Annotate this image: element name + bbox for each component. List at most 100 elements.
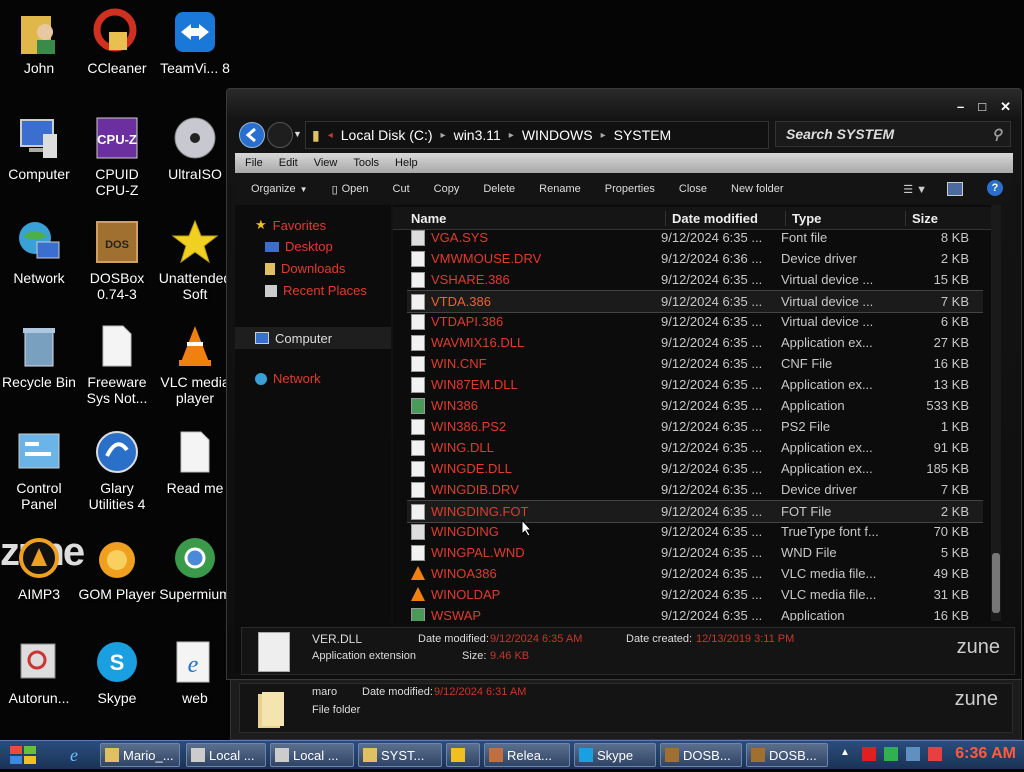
nav-desktop[interactable]: Desktop <box>265 239 333 254</box>
taskbar-button[interactable]: DOSB... <box>746 743 828 767</box>
desktop-icon-network[interactable]: Network <box>0 218 78 286</box>
file-row[interactable]: VGA.SYS 9/12/2024 6:35 ... Font file 8 KB <box>407 227 983 248</box>
taskbar-button[interactable]: Local ... <box>270 743 354 767</box>
breadcrumb-local-disk[interactable]: Local Disk (C:) <box>341 127 433 143</box>
desktop-icon-recycle-bin[interactable]: Recycle Bin <box>0 322 78 390</box>
desktop-icon-vlc[interactable]: VLC media player <box>156 322 234 406</box>
background-explorer-window[interactable]: maro File folder Date modified: 9/12/202… <box>230 676 1022 740</box>
new-folder-button[interactable]: New folder <box>731 183 784 195</box>
file-row[interactable]: VTDAPI.386 9/12/2024 6:35 ... Virtual devi… <box>407 311 983 332</box>
view-options-icon[interactable]: ☰ ▼ <box>903 183 927 196</box>
desktop-icon-unattended-soft[interactable]: Unattended Soft <box>156 218 234 302</box>
ie-quicklaunch-icon[interactable]: e <box>70 745 78 766</box>
breadcrumb-system[interactable]: SYSTEM <box>614 127 672 143</box>
desktop-icon-control-panel[interactable]: Control Panel <box>0 428 78 512</box>
file-row[interactable]: WSWAP 9/12/2024 6:35 ... Application 16 KB <box>407 605 983 621</box>
desktop-icon-dosbox[interactable]: DOS DOSBox 0.74-3 <box>78 218 156 302</box>
nav-network[interactable]: Network <box>255 371 321 386</box>
file-row[interactable]: VSHARE.386 9/12/2024 6:35 ... Virtual devi… <box>407 269 983 290</box>
file-row[interactable]: WINOLDAP 9/12/2024 6:35 ... VLC media file… <box>407 584 983 605</box>
start-button[interactable] <box>6 743 42 767</box>
forward-button[interactable] <box>267 122 293 148</box>
file-row[interactable]: WIN386.PS2 9/12/2024 6:35 ... PS2 File 1 KB <box>407 416 983 437</box>
minimize-button[interactable]: – <box>957 99 964 115</box>
flag-icon[interactable] <box>862 747 876 761</box>
desktop-icon-ccleaner[interactable]: CCleaner <box>78 8 156 76</box>
vertical-scrollbar[interactable] <box>991 205 1001 621</box>
close-folder-button[interactable]: Close <box>679 183 707 195</box>
desktop-icon-supermium[interactable]: Supermium <box>156 534 234 602</box>
maximize-button[interactable]: □ <box>978 99 986 115</box>
network-status-icon[interactable] <box>884 747 898 761</box>
file-row[interactable]: WINOA386 9/12/2024 6:35 ... VLC media file… <box>407 563 983 584</box>
open-button[interactable]: ▯ Open <box>332 183 369 196</box>
desktop-icon-glary-utilities[interactable]: Glary Utilities 4 <box>78 428 156 512</box>
desktop-icon-ultraiso[interactable]: UltraISO <box>156 114 234 182</box>
file-row[interactable]: WINGPAL.WND 9/12/2024 6:35 ... WND File 5 K… <box>407 542 983 563</box>
desktop-icon-read-me[interactable]: Read me <box>156 428 234 496</box>
taskbar-button[interactable]: Relea... <box>484 743 570 767</box>
file-row[interactable]: WINGDING 9/12/2024 6:35 ... TrueType font … <box>407 521 983 542</box>
desktop-icon-computer[interactable]: Computer <box>0 114 78 182</box>
taskbar-button[interactable]: Local ... <box>186 743 266 767</box>
taskbar-clock[interactable]: 6:36 AM <box>955 745 1016 763</box>
nav-computer[interactable]: Computer <box>235 327 391 349</box>
scrollbar-thumb[interactable] <box>992 553 1000 613</box>
recent-pages-dropdown[interactable]: ▼ <box>293 129 302 139</box>
show-hidden-icons-icon[interactable]: ▲ <box>840 747 854 761</box>
desktop-icon-skype[interactable]: S Skype <box>78 638 156 706</box>
desktop-icon-web[interactable]: e web <box>156 638 234 706</box>
explorer-window[interactable]: – □ ✕ ▼ ▮ ◂ Local Disk (C:) ▸ win3.11 ▸ … <box>226 88 1022 680</box>
properties-button[interactable]: Properties <box>605 183 655 195</box>
nav-recent-places[interactable]: Recent Places <box>265 283 367 298</box>
column-name[interactable]: Name <box>411 211 446 226</box>
nav-favorites[interactable]: ★ Favorites <box>255 217 326 233</box>
column-type[interactable]: Type <box>785 211 821 226</box>
file-row[interactable]: VMWMOUSE.DRV 9/12/2024 6:36 ... Device dri… <box>407 248 983 269</box>
address-bar[interactable]: ▮ ◂ Local Disk (C:) ▸ win3.11 ▸ WINDOWS … <box>305 121 769 149</box>
back-button[interactable] <box>239 122 265 148</box>
search-icon[interactable]: ⚲ <box>992 126 1002 143</box>
desktop-icon-john[interactable]: John <box>0 8 78 76</box>
delete-button[interactable]: Delete <box>483 183 515 195</box>
desktop-icon-cpu-z[interactable]: CPU-Z CPUID CPU-Z <box>78 114 156 198</box>
taskbar-button[interactable] <box>446 743 480 767</box>
desktop-icon-autorun[interactable]: Autorun... <box>0 638 78 706</box>
breadcrumb-windows[interactable]: WINDOWS <box>522 127 593 143</box>
cut-button[interactable]: Cut <box>393 183 410 195</box>
close-button[interactable]: ✕ <box>1000 99 1011 115</box>
menu-help[interactable]: Help <box>395 157 418 169</box>
organize-button[interactable]: Organize ▼ <box>251 183 308 195</box>
column-date-modified[interactable]: Date modified <box>665 211 758 226</box>
menu-tools[interactable]: Tools <box>353 157 379 169</box>
copy-button[interactable]: Copy <box>434 183 460 195</box>
desktop-icon-teamviewer[interactable]: TeamVi... 8 <box>156 8 234 76</box>
file-row[interactable]: WAVMIX16.DLL 9/12/2024 6:35 ... Applicatio… <box>407 332 983 353</box>
menu-view[interactable]: View <box>314 157 338 169</box>
file-row[interactable]: WINGDE.DLL 9/12/2024 6:35 ... Application … <box>407 458 983 479</box>
file-row[interactable]: WING.DLL 9/12/2024 6:35 ... Application ex… <box>407 437 983 458</box>
file-row[interactable]: WIN87EM.DLL 9/12/2024 6:35 ... Application… <box>407 374 983 395</box>
taskbar-button[interactable]: Mario_... <box>100 743 180 767</box>
volume-icon[interactable] <box>928 747 942 761</box>
rename-button[interactable]: Rename <box>539 183 581 195</box>
desktop-icon-aimp3[interactable]: AIMP3 <box>0 534 78 602</box>
menu-edit[interactable]: Edit <box>279 157 298 169</box>
file-row[interactable]: WIN.CNF 9/12/2024 6:35 ... CNF File 16 KB <box>407 353 983 374</box>
menu-file[interactable]: File <box>245 157 263 169</box>
taskbar-button[interactable]: Skype <box>574 743 656 767</box>
file-row[interactable]: VTDA.386 9/12/2024 6:35 ... Virtual device… <box>407 290 983 313</box>
file-row[interactable]: WINGDING.FOT 9/12/2024 6:35 ... FOT File 2 … <box>407 500 983 523</box>
column-size[interactable]: Size <box>905 211 938 226</box>
search-input[interactable]: Search SYSTEM ⚲ <box>775 121 1011 147</box>
breadcrumb-win311[interactable]: win3.11 <box>454 127 501 143</box>
nav-downloads[interactable]: Downloads <box>265 261 345 276</box>
display-icon[interactable] <box>906 747 920 761</box>
help-icon[interactable]: ? <box>987 180 1003 196</box>
taskbar-button[interactable]: SYST... <box>358 743 442 767</box>
preview-pane-icon[interactable] <box>947 182 963 196</box>
taskbar-button[interactable]: DOSB... <box>660 743 742 767</box>
desktop-icon-gom-player[interactable]: GOM Player <box>78 534 156 602</box>
file-row[interactable]: WIN386 9/12/2024 6:35 ... Application 533 K… <box>407 395 983 416</box>
file-row[interactable]: WINGDIB.DRV 9/12/2024 6:35 ... Device driv… <box>407 479 983 500</box>
